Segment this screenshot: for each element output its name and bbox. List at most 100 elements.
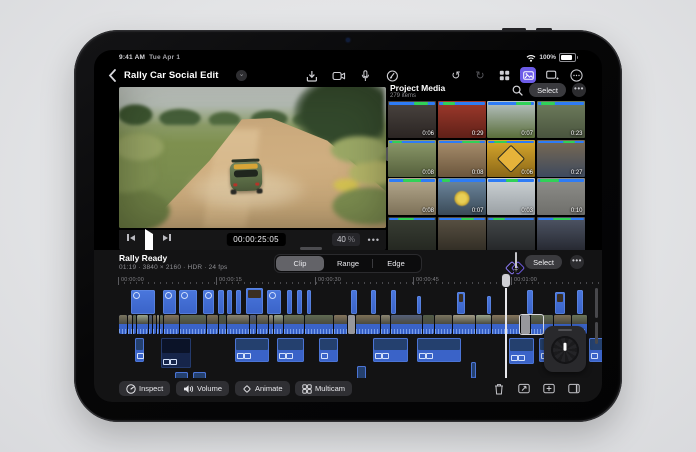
search-button[interactable] — [512, 85, 523, 96]
overlay-clip-button[interactable] — [515, 253, 517, 271]
media-thumbnail[interactable]: 0:08 — [438, 140, 486, 177]
insert-button[interactable] — [542, 382, 555, 395]
storyline-clip[interactable] — [137, 315, 148, 334]
storyline-clip[interactable] — [164, 315, 179, 334]
media-select-button[interactable]: Select — [529, 83, 566, 97]
skip-back-button[interactable] — [127, 234, 135, 241]
storyline-clip[interactable] — [423, 315, 434, 334]
media-thumbnail[interactable]: 0:06 — [487, 140, 535, 177]
more-button[interactable] — [568, 67, 584, 83]
storyline-clip[interactable] — [128, 315, 132, 334]
import-button[interactable] — [303, 68, 319, 84]
storyline-clip[interactable] — [257, 315, 268, 334]
undo-button[interactable]: ↺ — [448, 67, 464, 83]
timeline-scrollbar[interactable] — [595, 288, 598, 318]
timeline-ruler[interactable]: 00:00:0000:00:1500:00:3000:00:4500:01:00 — [94, 276, 602, 286]
video-canvas[interactable] — [119, 87, 386, 228]
append-button[interactable] — [567, 382, 580, 395]
title-clip[interactable] — [227, 290, 232, 314]
title-clip[interactable] — [555, 292, 565, 314]
storyline-clip[interactable] — [207, 315, 218, 334]
media-thumbnail[interactable]: 0:08 — [388, 140, 436, 177]
title-clip[interactable] — [577, 290, 583, 314]
annotate-button[interactable] — [384, 68, 400, 84]
storyline-clip[interactable] — [157, 315, 159, 334]
connected-clip[interactable] — [471, 362, 476, 378]
connected-clip[interactable] — [277, 338, 304, 362]
media-thumbnail[interactable] — [487, 217, 535, 251]
storyline-clip[interactable] — [334, 315, 347, 334]
storyline-clip[interactable] — [153, 315, 156, 334]
storyline-clip[interactable] — [476, 315, 491, 334]
multicam-button[interactable]: Multicam — [295, 381, 352, 396]
connected-clip[interactable] — [417, 338, 461, 362]
media-thumbnail[interactable]: 0:07 — [438, 178, 486, 215]
media-more-button[interactable]: ••• — [572, 83, 586, 97]
media-thumbnail[interactable]: 0:29 — [438, 101, 486, 138]
animate-button[interactable]: Animate — [235, 381, 290, 396]
title-clip[interactable] — [351, 290, 357, 314]
title-clip[interactable] — [487, 296, 491, 314]
title-clip[interactable] — [527, 290, 533, 314]
media-thumbnail[interactable] — [438, 217, 486, 251]
media-thumbnail[interactable]: 0:07 — [487, 101, 535, 138]
title-clip[interactable] — [391, 290, 396, 314]
playhead-handle[interactable] — [502, 274, 510, 287]
multicam-view-button[interactable] — [496, 67, 512, 83]
connected-clip[interactable] — [235, 338, 269, 362]
connected-clip[interactable] — [135, 338, 144, 362]
storyline-clip[interactable] — [219, 315, 226, 334]
jog-dial[interactable] — [551, 336, 579, 364]
connected-clip[interactable] — [357, 366, 366, 378]
timeline-scrollbar-2[interactable] — [595, 322, 598, 344]
redo-button[interactable]: ↻ — [472, 67, 488, 83]
title-clip[interactable] — [457, 292, 465, 314]
media-thumbnail[interactable]: 0:23 — [537, 101, 585, 138]
media-thumbnail[interactable]: 0:27 — [537, 140, 585, 177]
jog-wheel[interactable] — [544, 326, 586, 372]
title-clip[interactable] — [287, 290, 292, 314]
mode-tab-range[interactable]: Range — [324, 256, 372, 271]
storyline-clip[interactable] — [391, 315, 422, 334]
connected-clip[interactable] — [319, 338, 338, 362]
back-button[interactable] — [108, 69, 120, 83]
mode-tab-clip[interactable]: Clip — [276, 256, 324, 271]
replace-button[interactable] — [517, 382, 530, 395]
media-thumbnail[interactable]: 0:06 — [388, 101, 436, 138]
inspect-button[interactable]: Inspect — [119, 381, 170, 396]
storyline-clip[interactable] — [119, 315, 127, 334]
storyline-clip[interactable] — [381, 315, 390, 334]
media-thumbnail[interactable] — [537, 217, 585, 251]
connected-clip[interactable] — [509, 338, 534, 364]
title-clip[interactable] — [246, 288, 263, 314]
title-clip[interactable] — [131, 290, 155, 314]
storyline-clip[interactable] — [274, 315, 283, 334]
title-clip[interactable] — [417, 296, 421, 314]
skip-forward-button[interactable] — [163, 234, 171, 241]
title-clip[interactable] — [307, 290, 311, 314]
storyline-clip[interactable] — [435, 315, 452, 334]
media-browser-button[interactable] — [520, 67, 536, 83]
storyline-clip[interactable] — [284, 315, 304, 334]
camera-button[interactable] — [330, 68, 346, 84]
storyline-clip[interactable] — [453, 315, 475, 334]
media-thumbnail[interactable]: 0:03 — [487, 178, 535, 215]
storyline-clip[interactable] — [180, 315, 206, 334]
mic-button[interactable] — [357, 68, 373, 84]
media-thumbnail[interactable]: 0:10 — [537, 178, 585, 215]
title-clip[interactable] — [218, 290, 224, 314]
storyline-clip[interactable] — [149, 315, 152, 334]
title-clip[interactable] — [203, 290, 214, 314]
title-clip[interactable] — [163, 290, 176, 314]
connected-clip[interactable] — [373, 338, 408, 362]
storyline-clip[interactable] — [348, 315, 355, 334]
storyline-clip[interactable] — [160, 315, 163, 334]
media-thumbnail[interactable]: 0:08 — [388, 178, 436, 215]
storyline-clip[interactable] — [227, 315, 249, 334]
storyline-clip[interactable] — [356, 315, 380, 334]
timeline-select-button[interactable]: Select — [525, 255, 562, 269]
viewer-more-button[interactable]: ••• — [368, 236, 380, 244]
volume-button[interactable]: Volume — [176, 381, 229, 396]
storyline-clip[interactable] — [133, 315, 136, 334]
title-clip[interactable] — [267, 290, 281, 314]
